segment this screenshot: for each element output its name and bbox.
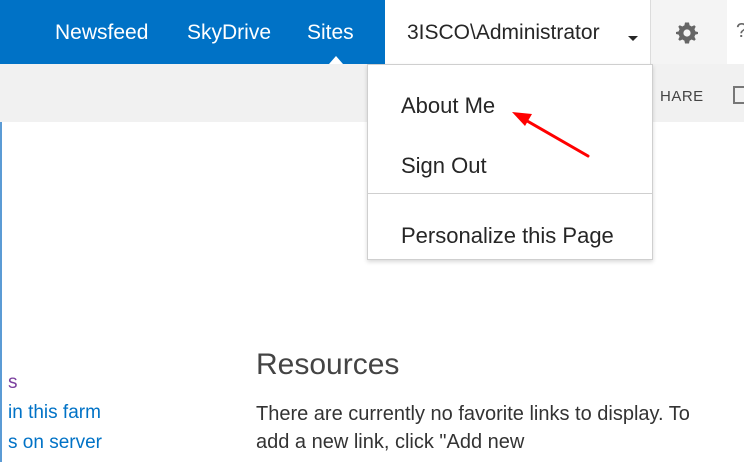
resources-description: There are currently no favorite links to… bbox=[256, 403, 690, 453]
menu-item-about-me[interactable]: About Me bbox=[368, 73, 652, 129]
gear-icon bbox=[676, 22, 698, 44]
sharepoint-page: Newsfeed SkyDrive Sites 3ISCO\Administra… bbox=[0, 0, 744, 462]
chevron-down-icon bbox=[628, 36, 638, 41]
menu-item-label: Personalize this Page bbox=[401, 223, 614, 248]
menu-item-label: About Me bbox=[401, 93, 496, 118]
nav-newsfeed[interactable]: Newsfeed bbox=[55, 20, 148, 46]
nav-sites[interactable]: Sites bbox=[307, 20, 354, 46]
share-button[interactable]: HARE bbox=[660, 88, 704, 105]
settings-button[interactable] bbox=[650, 0, 727, 64]
active-nav-indicator bbox=[329, 56, 343, 64]
help-icon: ? bbox=[736, 20, 744, 43]
focus-on-content-icon[interactable] bbox=[733, 86, 744, 104]
left-link-3[interactable]: s on server bbox=[8, 432, 102, 454]
user-dropdown-menu: About Me Sign Out Personalize this Page bbox=[367, 64, 653, 260]
user-menu-button[interactable]: 3ISCO\Administrator bbox=[385, 0, 650, 64]
nav-skydrive[interactable]: SkyDrive bbox=[187, 20, 271, 46]
help-button[interactable]: ? bbox=[727, 0, 744, 64]
left-link-1[interactable]: s bbox=[8, 372, 18, 394]
menu-item-sign-out[interactable]: Sign Out bbox=[368, 133, 652, 189]
menu-item-label: Sign Out bbox=[401, 153, 487, 178]
menu-item-personalize-page[interactable]: Personalize this Page bbox=[368, 203, 652, 259]
menu-divider bbox=[368, 193, 652, 194]
user-name: 3ISCO\Administrator bbox=[407, 21, 600, 44]
resources-heading: Resources bbox=[256, 348, 400, 381]
left-link-2[interactable]: in this farm bbox=[8, 402, 101, 424]
suite-bar: Newsfeed SkyDrive Sites 3ISCO\Administra… bbox=[0, 0, 744, 64]
page-border bbox=[0, 122, 2, 462]
